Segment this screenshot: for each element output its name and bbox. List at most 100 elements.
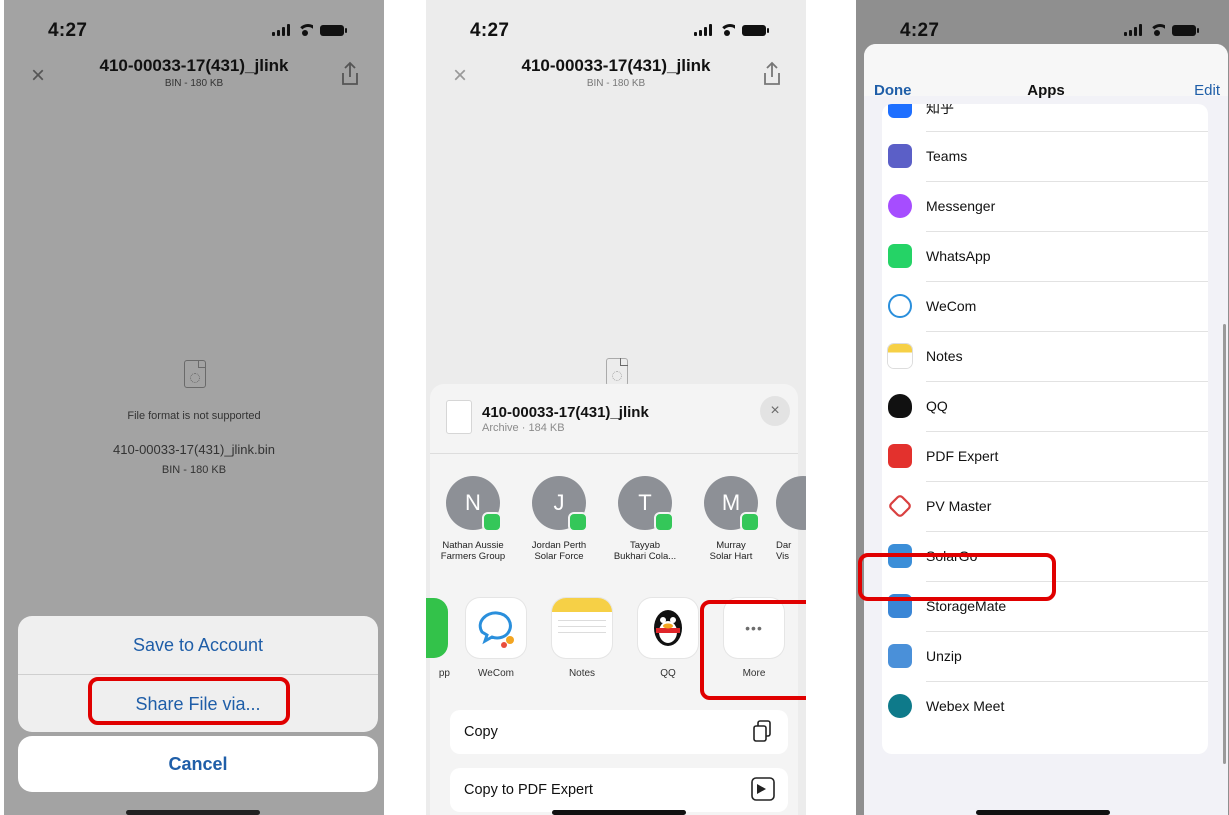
app-notes[interactable]: Notes bbox=[546, 598, 618, 679]
status-bar: 4:27 bbox=[426, 0, 806, 56]
app-row-label: 知乎 bbox=[926, 104, 954, 116]
app-whatsapp[interactable]: pp bbox=[426, 598, 454, 679]
share-icon[interactable] bbox=[338, 60, 362, 88]
status-time: 4:27 bbox=[470, 20, 510, 41]
app-row-unzip[interactable]: Unzip bbox=[882, 632, 1208, 682]
file-name: 410-00033-17(431)_jlink.bin bbox=[113, 442, 275, 457]
battery-icon bbox=[742, 25, 769, 36]
app-row-zhihu[interactable]: 知乎 bbox=[882, 104, 1208, 132]
messages-badge-icon bbox=[740, 512, 760, 532]
app-row-qq[interactable]: QQ bbox=[882, 382, 1208, 432]
highlight-solargo bbox=[858, 553, 1056, 601]
wifi-icon bbox=[719, 24, 735, 36]
teams-icon bbox=[888, 144, 912, 168]
wifi-icon bbox=[297, 24, 313, 36]
app-row-pv-master[interactable]: PV Master bbox=[882, 482, 1208, 532]
close-icon[interactable]: × bbox=[448, 64, 472, 88]
status-icons bbox=[272, 24, 347, 36]
pdf-expert-icon bbox=[888, 444, 912, 468]
file-size: BIN - 180 KB bbox=[161, 464, 227, 476]
file-title: 410-00033-17(431)_jlink bbox=[99, 56, 289, 75]
app-row-wecom[interactable]: WeCom bbox=[882, 282, 1208, 332]
app-row-label: Notes bbox=[926, 348, 963, 364]
apps-sheet: Done Apps Edit 知乎 Teams Messenger WhatsA… bbox=[864, 44, 1228, 815]
app-row-messenger[interactable]: Messenger bbox=[882, 182, 1208, 232]
cellular-signal-icon bbox=[272, 24, 290, 36]
cellular-signal-icon bbox=[1124, 24, 1142, 36]
contact-name: Dar Vis bbox=[776, 540, 792, 562]
contact-suggestion[interactable]: T Tayyab Bukhari Cola... bbox=[604, 476, 686, 562]
pdf-expert-icon bbox=[751, 777, 775, 801]
share-sheet-subtitle: Archive · 184 KB bbox=[482, 422, 565, 434]
contact-name: Jordan Perth Solar Force bbox=[531, 540, 587, 562]
apps-navbar: Done Apps Edit bbox=[864, 44, 1228, 99]
app-row-teams[interactable]: Teams bbox=[882, 132, 1208, 182]
qq-icon bbox=[638, 598, 698, 658]
home-indicator bbox=[126, 810, 260, 815]
cancel-button[interactable]: Cancel bbox=[18, 736, 378, 792]
viewer-navbar: × 410-00033-17(431)_jlink BIN - 180 KB bbox=[426, 56, 806, 100]
contact-suggestion[interactable]: J Jordan Perth Solar Force bbox=[518, 476, 600, 562]
app-label: pp bbox=[438, 668, 450, 679]
app-row-notes[interactable]: Notes bbox=[882, 332, 1208, 382]
battery-icon bbox=[1172, 25, 1199, 36]
unsupported-message: File format is not supported bbox=[127, 410, 261, 422]
share-icon[interactable] bbox=[760, 60, 784, 88]
status-time: 4:27 bbox=[48, 20, 88, 41]
app-row-label: QQ bbox=[926, 398, 948, 414]
phone-screen-share-sheet: 4:27 × 410-00033-17(431)_jlink BIN - 180… bbox=[426, 0, 806, 815]
status-bar: 4:27 bbox=[4, 0, 384, 56]
app-row-label: WhatsApp bbox=[926, 248, 991, 264]
app-row-pdf-expert[interactable]: PDF Expert bbox=[882, 432, 1208, 482]
avatar bbox=[776, 476, 806, 530]
notes-icon bbox=[888, 344, 912, 368]
scrollbar[interactable] bbox=[1223, 324, 1226, 764]
battery-icon bbox=[320, 25, 347, 36]
pv-master-icon bbox=[887, 493, 913, 519]
app-wecom[interactable]: WeCom bbox=[460, 598, 532, 679]
app-qq[interactable]: QQ bbox=[632, 598, 704, 679]
viewer-navbar: × 410-00033-17(431)_jlink BIN - 180 KB bbox=[4, 56, 384, 100]
app-row-label: PDF Expert bbox=[926, 448, 999, 464]
home-indicator bbox=[976, 810, 1110, 815]
copy-icon bbox=[753, 720, 771, 742]
app-row-label: PV Master bbox=[926, 498, 992, 514]
status-time: 4:27 bbox=[900, 20, 940, 41]
messenger-icon bbox=[888, 194, 912, 218]
avatar: M bbox=[704, 476, 760, 532]
unsupported-file-icon bbox=[606, 358, 628, 386]
copy-option[interactable]: Copy bbox=[450, 710, 788, 754]
home-indicator bbox=[552, 810, 686, 815]
messages-badge-icon bbox=[482, 512, 502, 532]
copy-to-pdf-expert-option[interactable]: Copy to PDF Expert bbox=[450, 768, 788, 812]
contact-suggestion[interactable]: Dar Vis bbox=[776, 476, 806, 562]
webex-meet-icon bbox=[888, 694, 912, 718]
apps-list: 知乎 Teams Messenger WhatsApp WeCom Notes … bbox=[882, 104, 1208, 754]
whatsapp-icon bbox=[888, 244, 912, 268]
edit-button[interactable]: Edit bbox=[1194, 82, 1220, 99]
share-sheet-title: 410-00033-17(431)_jlink bbox=[482, 404, 649, 421]
contact-suggestion[interactable]: M Murray Solar Hart bbox=[690, 476, 772, 562]
phone-screen-file-viewer: 4:27 × 410-00033-17(431)_jlink BIN - 180… bbox=[4, 0, 384, 815]
messages-badge-icon bbox=[654, 512, 674, 532]
file-subtitle: BIN - 180 KB bbox=[586, 78, 646, 89]
save-to-account-button[interactable]: Save to Account bbox=[18, 616, 378, 674]
wecom-icon bbox=[466, 598, 526, 658]
app-row-whatsapp[interactable]: WhatsApp bbox=[882, 232, 1208, 282]
file-thumbnail-icon bbox=[446, 400, 472, 434]
contact-name: Murray Solar Hart bbox=[709, 540, 753, 562]
messages-badge-icon bbox=[568, 512, 588, 532]
zhihu-icon bbox=[888, 104, 912, 118]
qq-icon bbox=[888, 394, 912, 418]
close-icon[interactable]: × bbox=[26, 64, 50, 88]
status-icons bbox=[694, 24, 769, 36]
app-row-label: WeCom bbox=[926, 298, 977, 314]
wifi-icon bbox=[1149, 24, 1165, 36]
app-label: Notes bbox=[568, 668, 596, 679]
app-row-label: Messenger bbox=[926, 198, 996, 214]
app-row-webex-meet[interactable]: Webex Meet bbox=[882, 682, 1208, 732]
cellular-signal-icon bbox=[694, 24, 712, 36]
close-share-sheet-button[interactable]: × bbox=[760, 396, 790, 426]
app-row-label: Webex Meet bbox=[926, 698, 1005, 714]
contact-suggestion[interactable]: N Nathan Aussie Farmers Group bbox=[432, 476, 514, 562]
